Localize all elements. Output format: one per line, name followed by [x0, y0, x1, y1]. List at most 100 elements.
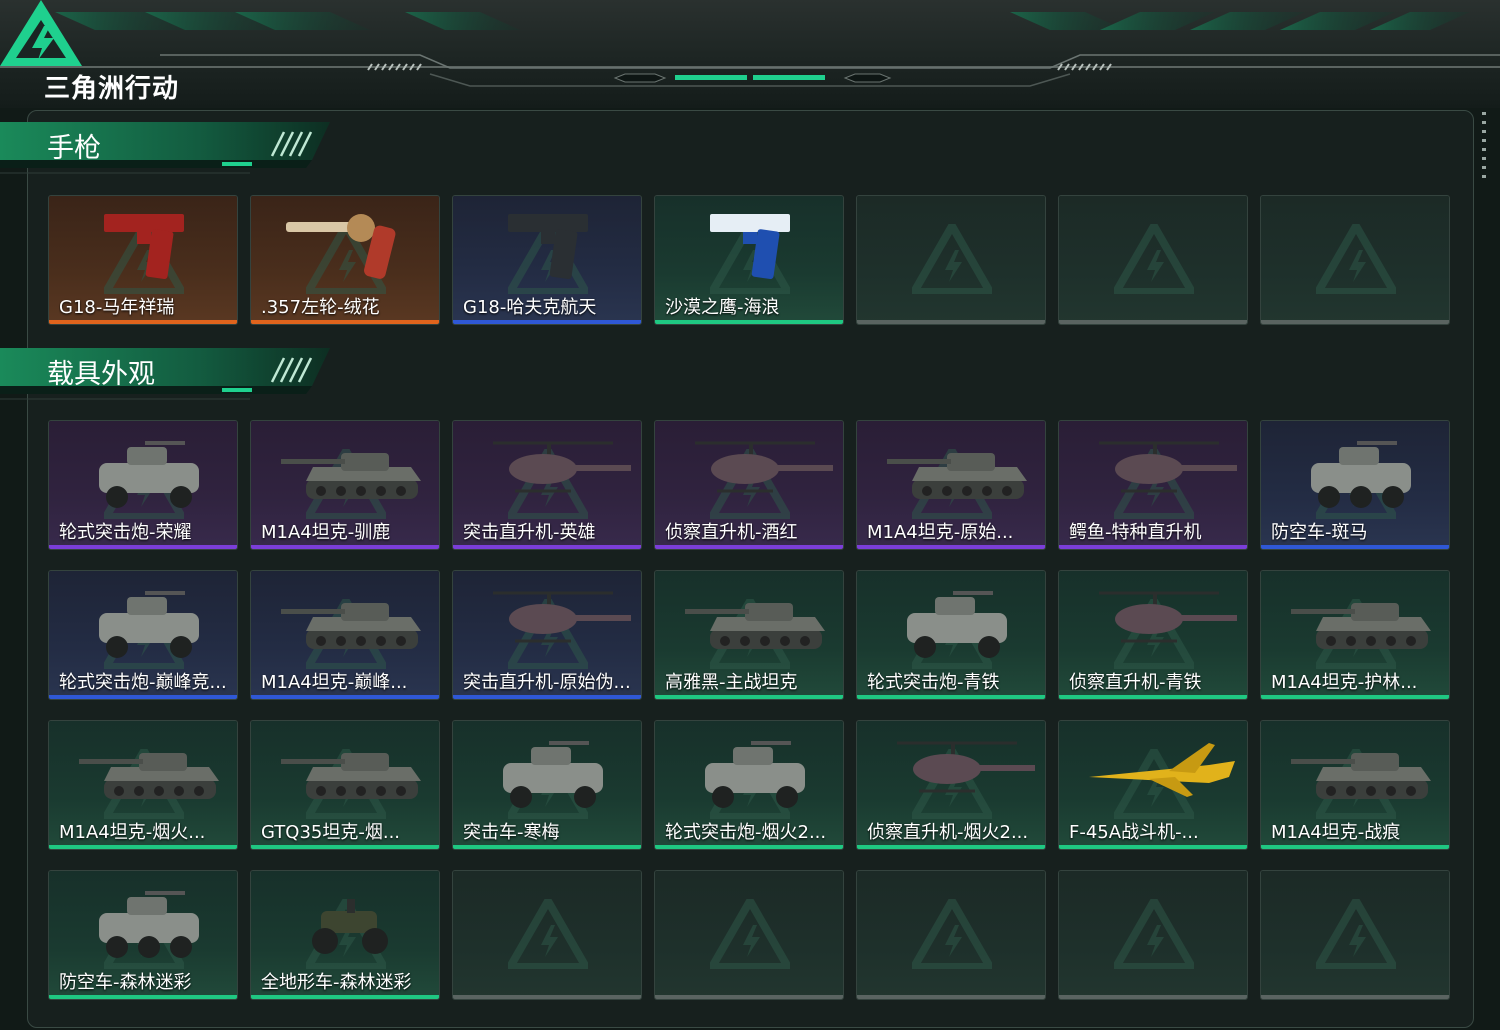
rarity-bar [857, 695, 1045, 699]
item-card[interactable]: 突击直升机-英雄 [452, 420, 642, 550]
item-card[interactable]: 高雅黑-主战坦克 [654, 570, 844, 700]
item-card[interactable]: 侦察直升机-青铁 [1058, 570, 1248, 700]
item-label: 高雅黑-主战坦克 [665, 672, 798, 693]
item-card[interactable]: 防空车-斑马 [1260, 420, 1450, 550]
rarity-bar [251, 545, 439, 549]
item-card[interactable]: 轮式突击炮-烟火2... [654, 720, 844, 850]
tank-icon [281, 603, 421, 649]
section-title: 手枪 [47, 133, 101, 164]
rarity-bar [1261, 845, 1449, 849]
item-card[interactable]: 防空车-森林迷彩 [48, 870, 238, 1000]
item-card[interactable]: 突击车-寒梅 [452, 720, 642, 850]
item-card[interactable]: 沙漠之鹰-海浪 [654, 195, 844, 325]
item-card[interactable]: 轮式突击炮-荣耀 [48, 420, 238, 550]
delta-watermark-icon [1316, 224, 1396, 294]
armored-car-icon [705, 741, 805, 808]
aa-vehicle-icon [1311, 441, 1411, 508]
rarity-bar [1261, 545, 1449, 549]
attack-helicopter-icon [1099, 441, 1237, 493]
item-card[interactable]: M1A4坦克-护林... [1260, 570, 1450, 700]
item-label: G18-马年祥瑞 [59, 297, 175, 318]
rarity-bar [453, 995, 641, 999]
rarity-bar [1059, 320, 1247, 324]
item-card[interactable]: 侦察直升机-酒红 [654, 420, 844, 550]
item-label: M1A4坦克-原始... [867, 522, 1014, 543]
rarity-bar [453, 320, 641, 324]
attack-helicopter-icon [493, 441, 631, 493]
section-title: 载具外观 [47, 359, 155, 390]
empty-slot[interactable] [452, 870, 642, 1000]
empty-slot[interactable] [654, 870, 844, 1000]
item-label: 侦察直升机-青铁 [1069, 672, 1202, 693]
item-card[interactable]: M1A4坦克-原始... [856, 420, 1046, 550]
empty-slot[interactable] [1058, 870, 1248, 1000]
item-card[interactable]: F-45A战斗机-... [1058, 720, 1248, 850]
pistol-red-icon [104, 214, 184, 280]
delta-watermark-icon [912, 899, 992, 969]
item-label: M1A4坦克-巅峰... [261, 672, 408, 693]
rarity-bar [251, 845, 439, 849]
item-label: .357左轮-绒花 [261, 297, 380, 318]
rarity-bar [453, 695, 641, 699]
item-card[interactable]: M1A4坦克-烟火... [48, 720, 238, 850]
rarity-bar [49, 545, 237, 549]
delta-watermark-icon [508, 899, 588, 969]
scrollbar[interactable] [1482, 112, 1486, 178]
item-label: 侦察直升机-烟火2... [867, 822, 1029, 843]
item-label: 侦察直升机-酒红 [665, 522, 798, 543]
item-card[interactable]: 鳄鱼-特种直升机 [1058, 420, 1248, 550]
tank-icon [1291, 603, 1431, 649]
item-label: 轮式突击炮-巅峰竞... [59, 672, 227, 693]
item-card[interactable]: M1A4坦克-驯鹿 [250, 420, 440, 550]
item-label: 突击直升机-英雄 [463, 522, 596, 543]
rarity-bar [1059, 545, 1247, 549]
armored-car-icon [99, 591, 199, 658]
pistol-blue-icon [710, 214, 790, 280]
rarity-bar [655, 845, 843, 849]
item-label: 轮式突击炮-荣耀 [59, 522, 192, 543]
item-card[interactable]: .357左轮-绒花 [250, 195, 440, 325]
rarity-bar [1261, 995, 1449, 999]
game-logo-text: 三角洲行动 [44, 74, 180, 104]
item-card[interactable]: M1A4坦克-巅峰... [250, 570, 440, 700]
rarity-bar [857, 320, 1045, 324]
item-label: 轮式突击炮-烟火2... [665, 822, 827, 843]
empty-slot[interactable] [1260, 195, 1450, 325]
rarity-bar [251, 995, 439, 999]
assault-vehicle-icon [503, 741, 603, 808]
item-card[interactable]: M1A4坦克-战痕 [1260, 720, 1450, 850]
tank-icon [281, 753, 421, 799]
item-label: 突击直升机-原始伪... [463, 672, 631, 693]
item-card[interactable]: 侦察直升机-烟火2... [856, 720, 1046, 850]
item-card[interactable]: G18-马年祥瑞 [48, 195, 238, 325]
empty-slot[interactable] [1260, 870, 1450, 1000]
top-banner: 三角洲行动 [0, 0, 1500, 108]
rarity-bar [49, 995, 237, 999]
item-card[interactable]: 轮式突击炮-巅峰竞... [48, 570, 238, 700]
section-header-pistols: 手枪 [0, 120, 340, 176]
rarity-bar [453, 545, 641, 549]
item-label: M1A4坦克-驯鹿 [261, 522, 391, 543]
item-label: 沙漠之鹰-海浪 [665, 297, 780, 318]
banner-decoration [0, 12, 1500, 87]
item-card[interactable]: 轮式突击炮-青铁 [856, 570, 1046, 700]
rarity-bar [453, 845, 641, 849]
armored-car-icon [99, 441, 199, 508]
rarity-bar [1059, 995, 1247, 999]
empty-slot[interactable] [856, 870, 1046, 1000]
item-card[interactable]: GTQ35坦克-烟... [250, 720, 440, 850]
item-label: 全地形车-森林迷彩 [261, 972, 412, 993]
tank-icon [1291, 753, 1431, 799]
item-label: 轮式突击炮-青铁 [867, 672, 1000, 693]
tank-icon [79, 753, 219, 799]
rarity-bar [251, 320, 439, 324]
item-card[interactable]: 突击直升机-原始伪... [452, 570, 642, 700]
scout-helicopter-icon [897, 741, 1035, 793]
item-card[interactable]: G18-哈夫克航天 [452, 195, 642, 325]
empty-slot[interactable] [1058, 195, 1248, 325]
tank-icon [281, 453, 421, 499]
tank-icon [887, 453, 1027, 499]
item-card[interactable]: 全地形车-森林迷彩 [250, 870, 440, 1000]
empty-slot[interactable] [856, 195, 1046, 325]
rarity-bar [49, 695, 237, 699]
